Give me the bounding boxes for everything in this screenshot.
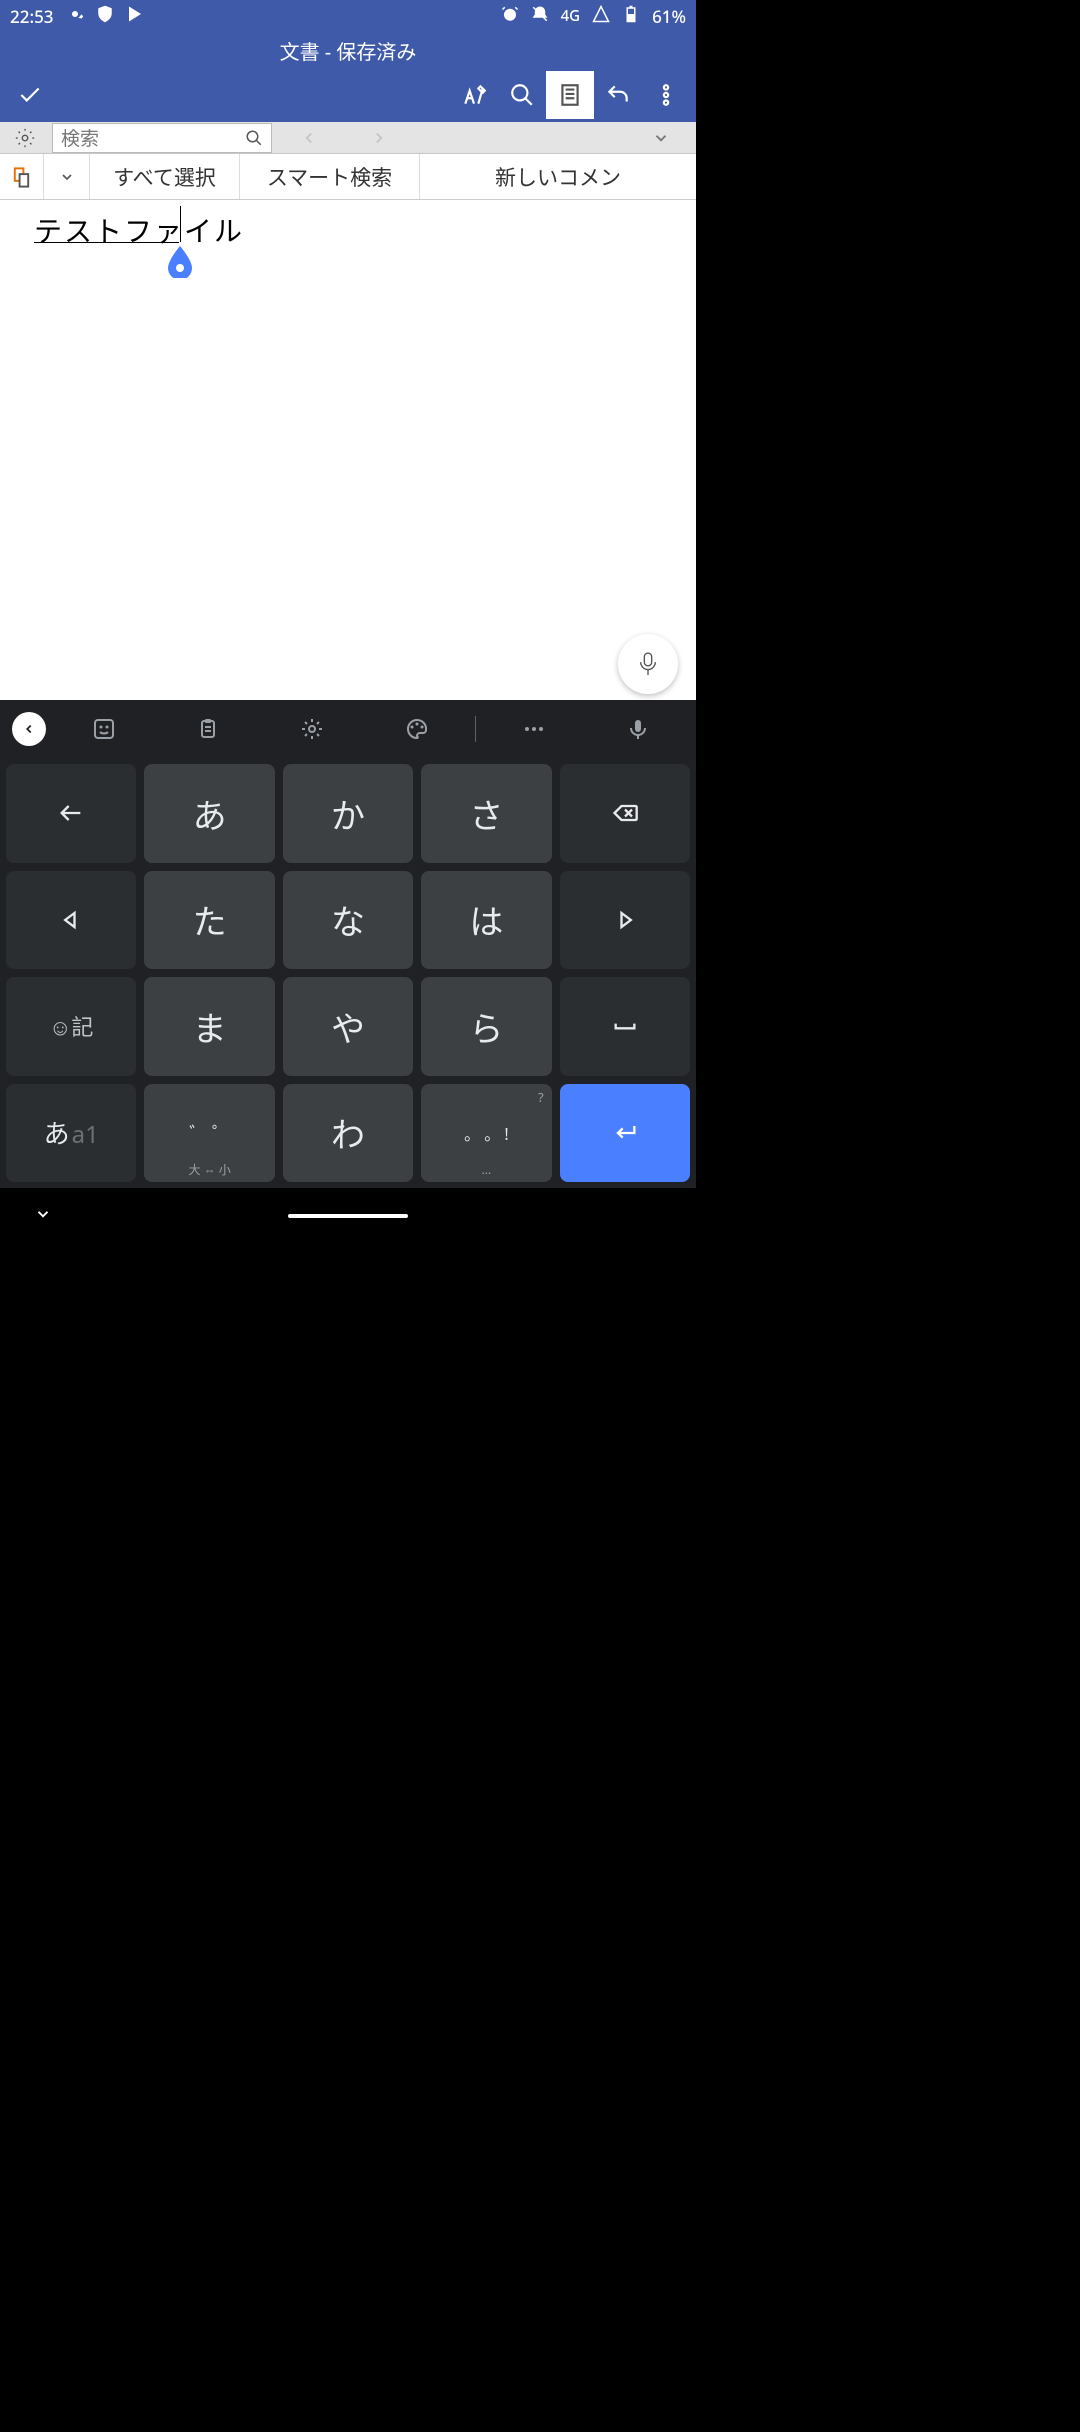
battery-icon (622, 5, 640, 28)
backspace-key[interactable] (560, 764, 690, 863)
reading-view-button[interactable] (546, 71, 594, 119)
new-comment-button[interactable]: 新しいコメン (420, 154, 696, 199)
status-time: 22:53 (10, 5, 54, 28)
theme-button[interactable] (365, 717, 469, 741)
select-all-button[interactable]: すべて選択 (90, 154, 240, 199)
clipboard-button[interactable] (156, 717, 260, 741)
key-ta[interactable]: た (144, 871, 274, 970)
key-ra[interactable]: ら (421, 977, 551, 1076)
search-icon (245, 129, 263, 147)
paste-button[interactable] (0, 154, 44, 199)
key-na[interactable]: な (283, 871, 413, 970)
settings-icon (66, 5, 84, 28)
find-bar: 検索 (0, 122, 696, 154)
find-next-button[interactable] (344, 129, 414, 147)
key-sa[interactable]: さ (421, 764, 551, 863)
key-ha[interactable]: は (421, 871, 551, 970)
keyboard-back-button[interactable] (6, 712, 52, 746)
key-a[interactable]: あ (144, 764, 274, 863)
enter-key[interactable] (560, 1084, 690, 1183)
context-menu: すべて選択 スマート検索 新しいコメン (0, 154, 696, 200)
sticker-button[interactable] (52, 717, 156, 741)
app-toolbar (0, 68, 696, 122)
input-mode-key[interactable]: あa1 (6, 1084, 136, 1183)
signal-icon (592, 5, 610, 28)
undo-button[interactable] (594, 71, 642, 119)
find-placeholder: 検索 (61, 124, 99, 151)
cursor-handle[interactable] (168, 246, 192, 278)
symbols-key[interactable]: ☺記 (6, 977, 136, 1076)
find-prev-button[interactable] (274, 129, 344, 147)
text-caret (180, 206, 181, 242)
status-network: 4G (561, 6, 581, 26)
context-expand-button[interactable] (44, 154, 90, 199)
dictation-button[interactable] (618, 634, 678, 694)
voice-input-button[interactable] (586, 717, 690, 741)
smart-search-button[interactable]: スマート検索 (240, 154, 420, 199)
mute-icon (531, 5, 549, 28)
space-key[interactable] (560, 977, 690, 1076)
divider (475, 716, 476, 742)
punctuation-key[interactable]: ? 。 。 ! … (421, 1084, 551, 1183)
home-indicator[interactable] (288, 1214, 408, 1218)
find-settings-button[interactable] (0, 127, 50, 149)
cursor-right-key[interactable] (560, 871, 690, 970)
key-wa[interactable]: わ (283, 1084, 413, 1183)
find-close-button[interactable] (626, 129, 696, 147)
shield-icon (96, 5, 114, 28)
play-store-icon (126, 5, 144, 28)
keyboard-settings-button[interactable] (260, 717, 364, 741)
size-key[interactable]: ゛ ゜ 大 ⇔ 小 (144, 1084, 274, 1183)
key-ma[interactable]: ま (144, 977, 274, 1076)
nav-bar (0, 1188, 696, 1244)
find-input[interactable]: 検索 (52, 123, 272, 153)
document-text[interactable]: テストファイル (34, 210, 244, 250)
page-title: 文書 - 保存済み (0, 32, 696, 68)
keyboard-more-button[interactable] (482, 717, 586, 741)
key-ya[interactable]: や (283, 977, 413, 1076)
cursor-left-key[interactable] (6, 871, 136, 970)
document-area[interactable]: テストファイル (0, 200, 696, 700)
key-ka[interactable]: か (283, 764, 413, 863)
keyboard-toolbar (0, 700, 696, 758)
reverse-key[interactable] (6, 764, 136, 863)
keyboard: あ か さ た な は ☺記 ま や ら あa1 ゛ ゜ (0, 700, 696, 1188)
search-button[interactable] (498, 71, 546, 119)
alarm-icon (501, 5, 519, 28)
more-button[interactable] (642, 71, 690, 119)
status-bar: 22:53 4G 61% (0, 0, 696, 32)
status-battery: 61% (652, 5, 686, 28)
style-button[interactable] (450, 71, 498, 119)
hide-keyboard-button[interactable] (34, 1205, 52, 1228)
done-button[interactable] (6, 71, 54, 119)
text-underline (34, 242, 179, 243)
